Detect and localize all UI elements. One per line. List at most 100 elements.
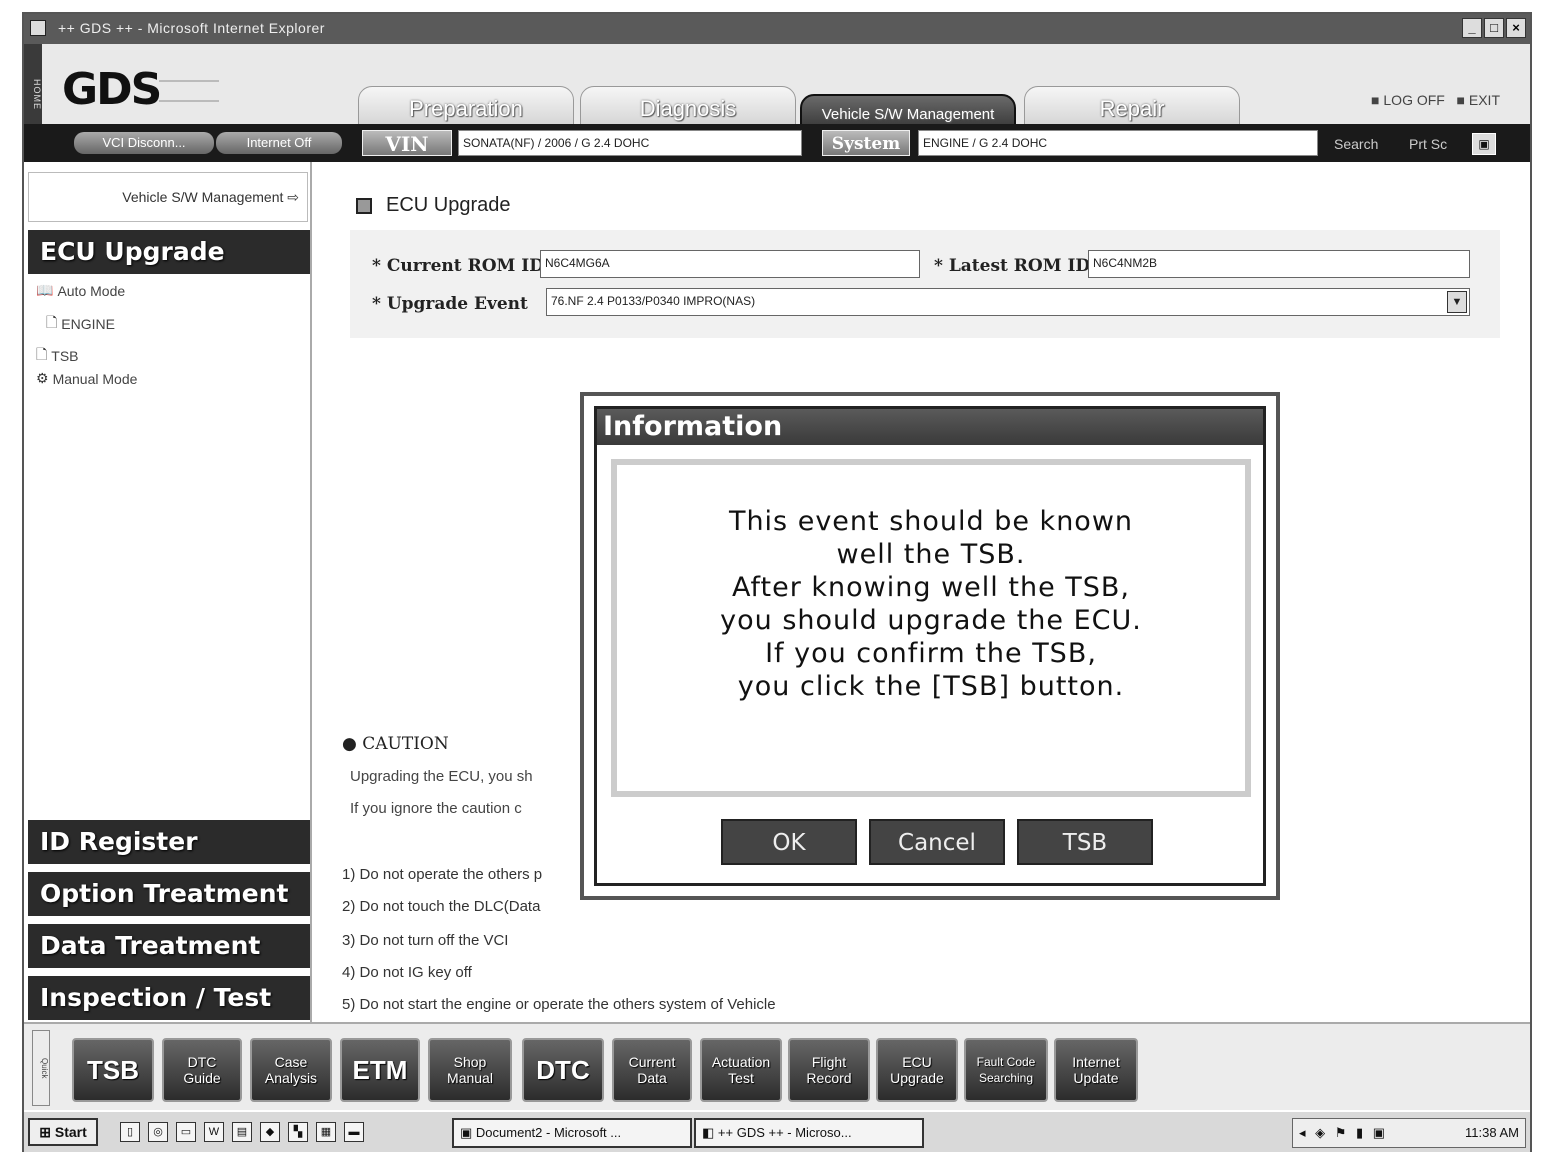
quicklaunch-tool-icon[interactable]: ◆ xyxy=(260,1122,280,1142)
system-tray: ◂ ◈ ⚑ ▮ ▣ 11:38 AM xyxy=(1292,1118,1526,1148)
sidebar-item-ecu-upgrade[interactable]: ECU Upgrade xyxy=(28,230,310,274)
quicklaunch-browser-icon[interactable]: ◎ xyxy=(148,1122,168,1142)
message-line: If you confirm the TSB, xyxy=(765,638,1097,669)
sidebar-sw-management[interactable]: Vehicle S/W Management ⇨ xyxy=(28,172,308,222)
vin-field[interactable]: SONATA(NF) / 2006 / G 2.4 DOHC xyxy=(458,130,802,156)
tree-manual-mode[interactable]: ⚙ Manual Mode xyxy=(36,370,137,387)
quick-toolbar: Quick TSB DTC Guide Case Analysis ETM Shop… xyxy=(24,1022,1530,1110)
caution-text-2: If you ignore the caution c xyxy=(350,800,522,817)
tool-case-analysis[interactable]: Case Analysis xyxy=(250,1038,332,1102)
home-button[interactable]: HOME xyxy=(24,44,42,136)
quicklaunch-word-icon[interactable]: W xyxy=(204,1122,224,1142)
tool-actuation-test[interactable]: Actuation Test xyxy=(700,1038,782,1102)
quicklaunch-chart-icon[interactable]: ▚ xyxy=(288,1122,308,1142)
quicklaunch-desktop-icon[interactable]: ▬ xyxy=(344,1122,364,1142)
quick-toolbar-handle[interactable]: Quick xyxy=(32,1030,50,1106)
browser-icon xyxy=(30,20,46,36)
quicklaunch-window-icon[interactable]: ▤ xyxy=(232,1122,252,1142)
clock: 11:38 AM xyxy=(1465,1125,1519,1140)
sidebar: Vehicle S/W Management ⇨ ECU Upgrade 📖 A… xyxy=(24,162,312,1022)
tsb-button[interactable]: TSB xyxy=(1017,819,1153,865)
caution-rule-3: 3) Do not turn off the VCI xyxy=(342,932,509,949)
latest-rom-label: * Latest ROM ID xyxy=(934,256,1091,276)
vin-label: VIN xyxy=(362,130,452,156)
tool-fault-code-searching[interactable]: Fault Code Searching xyxy=(964,1038,1048,1102)
exit-icon: ■ xyxy=(1456,92,1465,108)
upgrade-event-label: * Upgrade Event xyxy=(372,294,528,314)
gds-logo: GDS xyxy=(62,64,162,115)
quicklaunch-app-icon[interactable]: ▦ xyxy=(316,1122,336,1142)
logoff-icon: ■ xyxy=(1371,92,1380,108)
tool-ecu-upgrade[interactable]: ECU Upgrade xyxy=(876,1038,958,1102)
caution-rule-4: 4) Do not IG key off xyxy=(342,964,472,981)
latest-rom-field[interactable]: N6C4NM2B xyxy=(1088,250,1470,278)
search-link[interactable]: Search xyxy=(1334,136,1378,152)
window-title: ++ GDS ++ - Microsoft Internet Explorer xyxy=(58,20,325,36)
sw-management-label: Vehicle S/W Management xyxy=(122,189,284,205)
message-line: This event should be known xyxy=(728,506,1134,537)
window-controls: _ □ × xyxy=(1462,18,1526,38)
dialog-message: This event should be known well the TSB.… xyxy=(611,459,1251,797)
cancel-button[interactable]: Cancel xyxy=(869,819,1005,865)
internet-status: Internet Off xyxy=(216,132,342,154)
message-line: you should upgrade the ECU. xyxy=(720,605,1142,636)
vci-status: VCI Disconn... xyxy=(74,132,214,154)
tool-tsb[interactable]: TSB xyxy=(72,1038,154,1102)
window-title-bar[interactable]: ++ GDS ++ - Microsoft Internet Explorer … xyxy=(24,14,1530,44)
current-rom-field[interactable]: N6C4MG6A xyxy=(540,250,920,278)
tray-icons[interactable]: ◂ ◈ ⚑ ▮ ▣ xyxy=(1299,1119,1388,1147)
current-rom-label: * Current ROM ID xyxy=(372,256,544,276)
logoff-link[interactable]: LOG OFF xyxy=(1383,92,1444,108)
rom-panel: * Current ROM ID N6C4MG6A * Latest ROM I… xyxy=(350,230,1500,338)
sidebar-item-data-treatment[interactable]: Data Treatment xyxy=(28,924,310,968)
tree-tsb[interactable]: 🗋 TSB xyxy=(36,344,79,368)
dropdown-arrow-icon[interactable]: ▼ xyxy=(1447,291,1467,313)
ok-button[interactable]: OK xyxy=(721,819,857,865)
book-icon: 📖 xyxy=(36,282,54,298)
print-screen-icon[interactable]: ▣ xyxy=(1472,133,1496,155)
minimize-button[interactable]: _ xyxy=(1462,18,1482,38)
message-line: After knowing well the TSB, xyxy=(731,572,1130,603)
start-button[interactable]: ⊞ Start xyxy=(28,1118,98,1146)
arrow-right-icon: ⇨ xyxy=(287,189,299,205)
quicklaunch-document-icon[interactable]: ▯ xyxy=(120,1122,140,1142)
exit-link[interactable]: EXIT xyxy=(1469,92,1500,108)
quicklaunch-folder-icon[interactable]: ▭ xyxy=(176,1122,196,1142)
taskbar-item-gds[interactable]: ◧ ++ GDS ++ - Microso... xyxy=(694,1118,924,1148)
windows-taskbar: ⊞ Start ▯ ◎ ▭ W ▤ ◆ ▚ ▦ ▬ ▣ Document2 - … xyxy=(24,1110,1530,1152)
upgrade-event-select[interactable]: 76.NF 2.4 P0133/P0340 IMPRO(NAS) ▼ xyxy=(546,288,1470,316)
browser-window: ++ GDS ++ - Microsoft Internet Explorer … xyxy=(22,12,1532,1152)
sidebar-item-id-register[interactable]: ID Register xyxy=(28,820,310,864)
page-title-text: ECU Upgrade xyxy=(386,194,511,216)
dialog-title[interactable]: Information xyxy=(597,409,1263,445)
information-dialog: Information This event should be known w… xyxy=(580,392,1280,900)
tool-flight-record[interactable]: Flight Record xyxy=(788,1038,870,1102)
tree-label: ENGINE xyxy=(61,316,115,332)
tool-current-data[interactable]: Current Data xyxy=(612,1038,692,1102)
close-button[interactable]: × xyxy=(1506,18,1526,38)
sidebar-item-inspection-test[interactable]: Inspection / Test xyxy=(28,976,310,1020)
tree-label: Auto Mode xyxy=(57,282,126,299)
caution-rule-2: 2) Do not touch the DLC(Data xyxy=(342,898,541,915)
maximize-button[interactable]: □ xyxy=(1484,18,1504,38)
tool-etm[interactable]: ETM xyxy=(340,1038,420,1102)
vehicle-info-bar: VCI Disconn... Internet Off VIN SONATA(N… xyxy=(24,124,1530,162)
system-label: System xyxy=(822,130,910,156)
caution-rule-1: 1) Do not operate the others p xyxy=(342,866,543,883)
tool-internet-update[interactable]: Internet Update xyxy=(1054,1038,1138,1102)
tree-engine[interactable]: 🗋 ENGINE xyxy=(46,312,115,336)
taskbar-item-document[interactable]: ▣ Document2 - Microsoft ... xyxy=(452,1118,692,1148)
app-header: HOME GDS Preparation Diagnosis Vehicle S… xyxy=(24,44,1530,136)
logo-decoration xyxy=(159,80,219,102)
tool-dtc-guide[interactable]: DTC Guide xyxy=(162,1038,242,1102)
caution-heading: ● CAUTION xyxy=(342,734,449,754)
tool-shop-manual[interactable]: Shop Manual xyxy=(428,1038,512,1102)
sidebar-item-option-treatment[interactable]: Option Treatment xyxy=(28,872,310,916)
upgrade-event-value: 76.NF 2.4 P0133/P0340 IMPRO(NAS) xyxy=(551,294,756,308)
print-screen-label: Prt Sc xyxy=(1409,136,1448,152)
system-field[interactable]: ENGINE / G 2.4 DOHC xyxy=(918,130,1318,156)
tree-auto-mode[interactable]: 📖 Auto Mode xyxy=(36,282,125,299)
logoff-exit-links: ■ LOG OFF ■ EXIT xyxy=(1371,92,1500,108)
tree-label: Manual Mode xyxy=(52,370,138,387)
tool-dtc[interactable]: DTC xyxy=(522,1038,604,1102)
